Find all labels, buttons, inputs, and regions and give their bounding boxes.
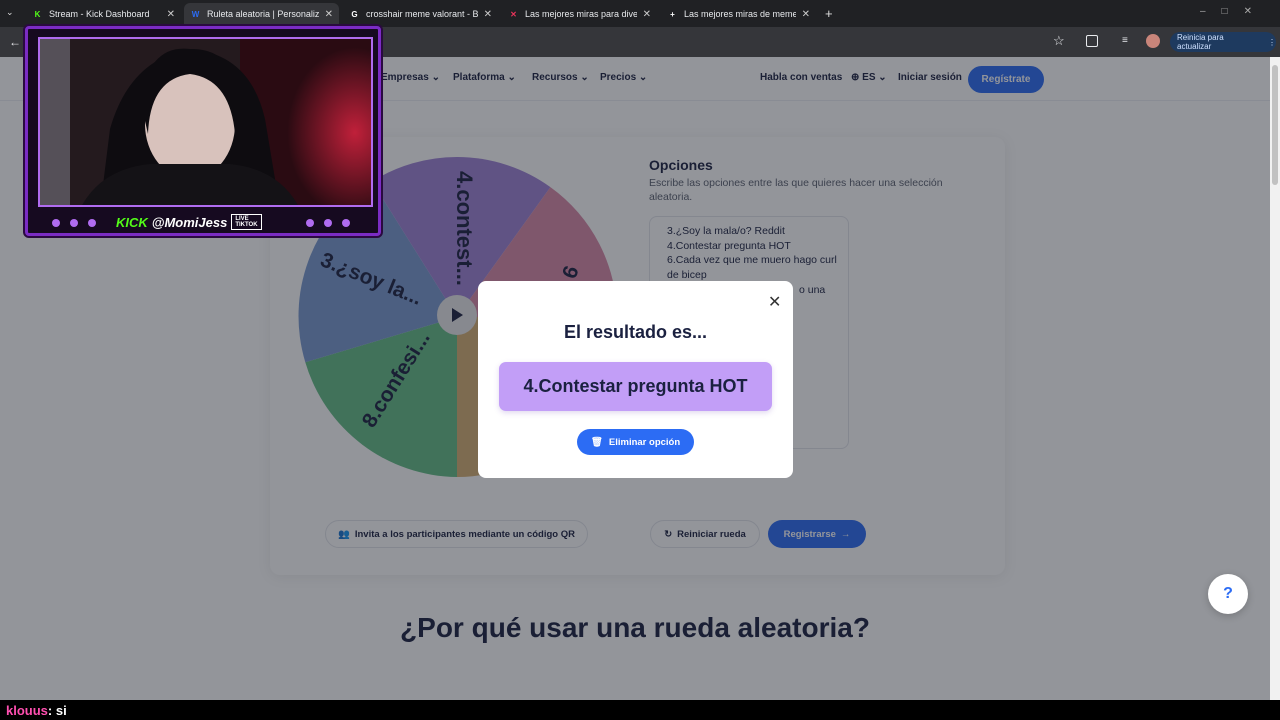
modal-title: El resultado es...	[563, 322, 708, 342]
kick-logo: KICK	[116, 214, 148, 230]
webcam-feed	[38, 37, 373, 207]
back-icon[interactable]: ←	[9, 35, 21, 49]
plus-icon: +	[670, 9, 675, 19]
tab-title: Las mejores miras de memes d	[684, 9, 796, 19]
delete-option-button[interactable]: 🗑 Eliminar opción	[577, 429, 694, 455]
decor-dots	[52, 219, 96, 227]
browser-tab[interactable]: K Stream - Kick Dashboard ✕	[26, 3, 181, 25]
browser-tab[interactable]: Gcrosshair meme valorant - Busc ✕	[343, 3, 498, 25]
close-tab-icon[interactable]: ✕	[802, 9, 810, 20]
streamer-handle: @MomiJess	[151, 214, 228, 230]
new-tab-icon[interactable]: +	[825, 6, 833, 21]
close-tab-icon[interactable]: ✕	[167, 9, 175, 20]
kick-icon: K	[34, 9, 41, 19]
screen: ⌄ K Stream - Kick Dashboard ✕ W Ruleta aleat…	[0, 0, 1280, 720]
webcam-image	[40, 39, 371, 205]
delete-label: Eliminar opción	[608, 436, 681, 448]
result-value: 4.Contestar pregunta HOT	[499, 362, 772, 411]
close-tab-icon[interactable]: ✕	[325, 9, 333, 20]
wheel-icon: W	[191, 9, 200, 19]
update-label: Reinicia para actualizar	[1177, 33, 1224, 51]
extensions-icon[interactable]	[1086, 35, 1098, 47]
webcam-overlay: KICK @MomiJess LIVE TIKTOK	[25, 26, 381, 236]
chat-overlay: klouus : si	[0, 700, 1280, 720]
trash-icon: 🗑	[590, 436, 603, 448]
chat-message: : si	[47, 702, 67, 718]
browser-tab[interactable]: W Ruleta aleatoria | Personaliza y ✕	[184, 3, 339, 25]
chat-username: klouus	[6, 702, 48, 718]
tiktok-live-badge: LIVE TIKTOK	[231, 214, 262, 230]
decor-dots	[306, 219, 350, 227]
result-modal: ✕ El resultado es... 4.Contestar pregunt…	[478, 281, 793, 478]
reading-list-icon[interactable]: ≡	[1122, 35, 1128, 46]
google-icon: G	[351, 9, 358, 19]
more-icon[interactable]: ⋮	[1268, 38, 1276, 47]
update-button[interactable]: Reinicia para actualizar ⋮	[1170, 32, 1276, 52]
bookmark-star-icon[interactable]: ☆	[1053, 33, 1065, 49]
tab-title: Stream - Kick Dashboard	[49, 9, 150, 19]
page-scrollbar[interactable]	[1270, 57, 1280, 700]
x-icon: ✕	[510, 9, 517, 19]
browser-tab[interactable]: ✕ Las mejores miras para divertir ✕	[502, 3, 657, 25]
badge-tiktok: TIKTOK	[235, 222, 258, 228]
tab-title: crosshair meme valorant - Busc	[366, 9, 478, 19]
streamer-tag: KICK @MomiJess LIVE TIKTOK	[116, 213, 296, 231]
tab-title: Las mejores miras para divertir	[525, 9, 637, 19]
window-controls[interactable]: –□✕	[1200, 6, 1268, 17]
browser-tabbar: ⌄ K Stream - Kick Dashboard ✕ W Ruleta aleat…	[0, 0, 1280, 27]
close-tab-icon[interactable]: ✕	[484, 9, 492, 20]
tab-title: Ruleta aleatoria | Personaliza y	[207, 9, 319, 19]
close-tab-icon[interactable]: ✕	[643, 9, 651, 20]
close-icon[interactable]: ✕	[768, 292, 781, 312]
tab-search-icon[interactable]: ⌄	[6, 7, 20, 21]
scrollbar-thumb[interactable]	[1272, 65, 1278, 185]
help-button[interactable]: ?	[1208, 574, 1248, 614]
profile-avatar[interactable]	[1146, 34, 1160, 48]
browser-tab[interactable]: + Las mejores miras de memes d ✕	[661, 3, 816, 25]
